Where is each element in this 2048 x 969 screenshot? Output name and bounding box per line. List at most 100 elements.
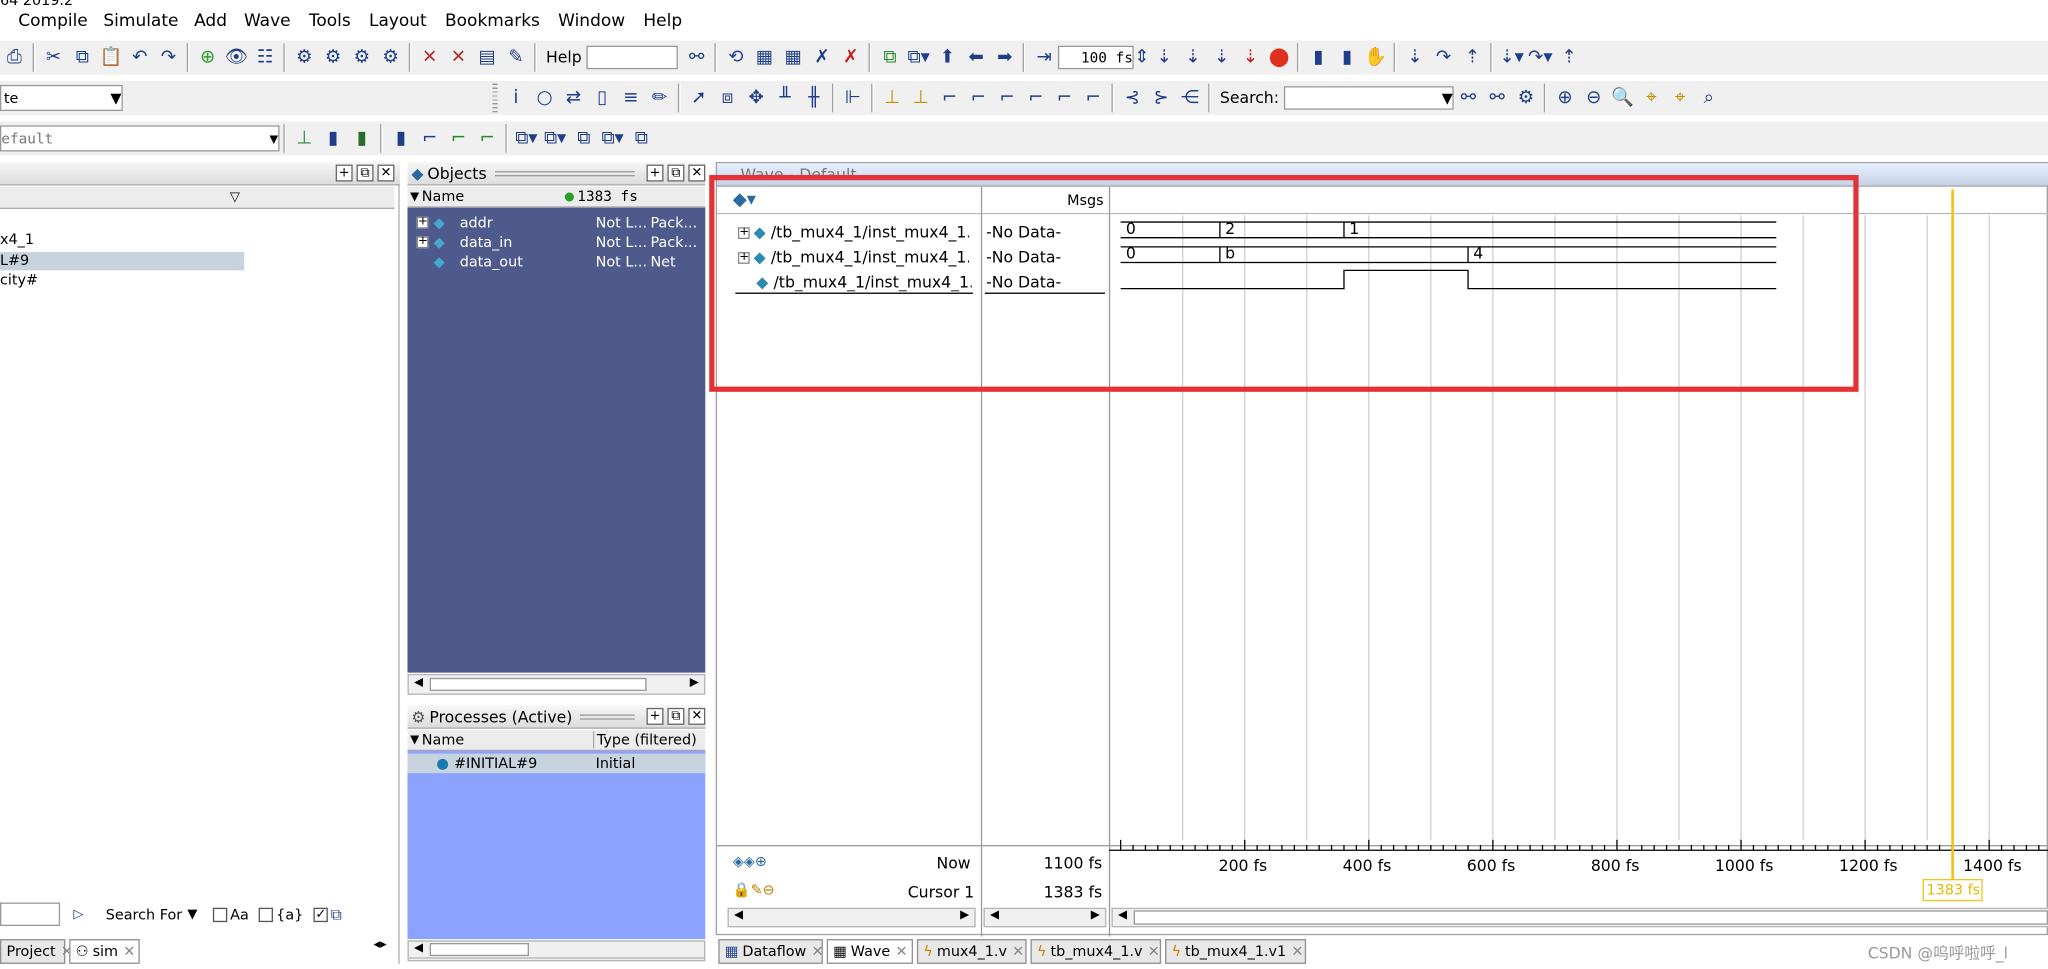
add-icon[interactable]: ⊕ <box>195 44 221 70</box>
library-icon[interactable]: ▦ <box>751 44 777 70</box>
tab-mux4-1-v[interactable]: ϟ mux4_1.v ✕ <box>916 939 1027 964</box>
structure-item-selected[interactable]: L#9 <box>0 252 245 271</box>
close-icon[interactable]: ✕ <box>688 707 706 725</box>
close-icon[interactable]: ✕ <box>688 164 706 182</box>
tab-project[interactable]: Project ✕ <box>0 939 73 964</box>
scroll-left-icon[interactable]: ◀ <box>414 677 423 690</box>
layout5-icon[interactable]: ⧉ <box>628 125 654 151</box>
search-prev-icon[interactable]: ⚯ <box>1455 85 1481 111</box>
structure-item[interactable]: city# <box>0 272 38 289</box>
menu-compile[interactable]: Compile <box>18 12 87 38</box>
break-sim-icon[interactable]: ✗ <box>809 44 835 70</box>
arrow-up-icon[interactable]: ⬆ <box>934 44 960 70</box>
case-checkbox[interactable] <box>213 907 228 922</box>
menu-help[interactable]: Help <box>643 12 682 38</box>
process-row[interactable]: ● #INITIAL#9 Initial <box>407 753 706 774</box>
collapse-icon[interactable]: ⊱ <box>1148 85 1174 111</box>
menu-wave[interactable]: Wave <box>244 12 291 38</box>
wave-names-h-scrollbar[interactable]: ◀ ▶ <box>727 907 976 928</box>
wave-ctrl4-icon[interactable]: ▮ <box>388 125 414 151</box>
close-icon[interactable]: ✕ <box>812 943 824 960</box>
compile-selected-icon[interactable]: ⚙ <box>349 44 375 70</box>
close-icon[interactable]: ✕ <box>1012 943 1024 960</box>
help-search-input[interactable] <box>586 45 679 70</box>
scroll-right-icon[interactable]: ▶ <box>1091 909 1100 922</box>
zoom-last-icon[interactable]: ⌕ <box>1696 85 1722 111</box>
menu-tools[interactable]: Tools <box>309 12 351 38</box>
find-icon[interactable]: 👁 <box>223 44 249 70</box>
restore-icon[interactable]: ⧉ <box>356 164 374 182</box>
insert-cursor-icon[interactable]: ⊩ <box>840 85 866 111</box>
wave-ctrl5-icon[interactable]: ⌐ <box>417 125 443 151</box>
run-icon[interactable]: ⇣ <box>1151 44 1177 70</box>
wave-ctrl3-icon[interactable]: ▮ <box>349 125 375 151</box>
menu-bookmarks[interactable]: Bookmarks <box>445 12 540 38</box>
edge-rise-icon[interactable]: ⌐ <box>1023 85 1049 111</box>
restore-icon[interactable]: ⧉ <box>667 707 685 725</box>
edge-last-icon[interactable]: ⌐ <box>1080 85 1106 111</box>
scroll-left-icon[interactable]: ◀ <box>414 942 423 955</box>
binoculars-icon[interactable]: ⚯ <box>684 44 710 70</box>
plus-icon[interactable]: + <box>646 164 664 182</box>
tab-tb-mux4-1-v[interactable]: ϟ tb_mux4_1.v ✕ <box>1030 939 1162 964</box>
performance-icon[interactable]: ▮ <box>1305 44 1331 70</box>
continue-icon[interactable]: ⇣ <box>1180 44 1206 70</box>
move-icon[interactable]: ✥ <box>743 85 769 111</box>
structure-search-input[interactable] <box>0 902 61 927</box>
scroll-thumb[interactable] <box>429 677 647 691</box>
step-over-icon[interactable]: ↷ <box>1431 44 1457 70</box>
wave-ctrl2-icon[interactable]: ▮ <box>320 125 346 151</box>
step-over-dropdown-icon[interactable]: ↷▾ <box>1527 44 1553 70</box>
close-icon[interactable]: ✕ <box>1148 943 1160 960</box>
menu-window[interactable]: Window <box>558 12 625 38</box>
break-icon[interactable]: ✕ <box>417 44 443 70</box>
scroll-left-icon[interactable]: ◀ <box>990 909 999 922</box>
restore-icon[interactable]: ⧉ <box>667 164 685 182</box>
filter-checkbox[interactable]: ✓ <box>313 907 329 922</box>
select-icon[interactable]: ➚ <box>686 85 712 111</box>
edit-icon[interactable]: ╨ <box>772 85 798 111</box>
step-out-dropdown-icon[interactable]: ⇡ <box>1556 44 1582 70</box>
copy-icon[interactable]: ⧉ <box>69 44 95 70</box>
regex-checkbox[interactable] <box>259 907 274 922</box>
split-icon[interactable]: ╫ <box>801 85 827 111</box>
scroll-right-icon[interactable]: ▶ <box>960 909 969 922</box>
wave-ctrl6-icon[interactable]: ⌐ <box>445 125 471 151</box>
wave-ctrl1-icon[interactable]: ⊥ <box>291 125 317 151</box>
break-run-icon[interactable]: ⇣ <box>1237 44 1263 70</box>
edge-fall-icon[interactable]: ⌐ <box>994 85 1020 111</box>
clear-icon[interactable]: ✎ <box>503 44 529 70</box>
redo-icon[interactable]: ↷ <box>155 44 181 70</box>
arrow-right-icon[interactable]: ➡ <box>992 44 1018 70</box>
menu-layout[interactable]: Layout <box>369 12 427 38</box>
search-for-label[interactable]: Search For <box>106 906 182 923</box>
step-out-icon[interactable]: ⇡ <box>1459 44 1485 70</box>
scroll-left-icon[interactable]: ◀ <box>734 909 743 922</box>
compile-order-icon[interactable]: ⚙ <box>377 44 403 70</box>
expand-icon[interactable]: ⊰ <box>1119 85 1145 111</box>
close-icon[interactable]: ✕ <box>1291 943 1303 960</box>
zoom-in-icon[interactable]: ⊕ <box>1552 85 1578 111</box>
compile-icon[interactable]: ⚙ <box>291 44 317 70</box>
tab-wave[interactable]: ▦ Wave ✕ <box>826 939 913 964</box>
window-icon[interactable]: ⧉ <box>877 44 903 70</box>
run-all-icon[interactable]: ⇣ <box>1209 44 1235 70</box>
arrow-left-icon[interactable]: ⬅ <box>963 44 989 70</box>
close-icon[interactable]: ✕ <box>895 943 907 960</box>
spin-icon[interactable]: ⇕ <box>1134 44 1149 70</box>
print-icon[interactable]: ⎙ <box>1 44 27 70</box>
expand-icon[interactable]: + <box>416 236 429 249</box>
sort-icon[interactable]: ▼ <box>410 733 419 746</box>
scroll-right-icon[interactable]: ▶ <box>690 677 699 690</box>
memory-profile-icon[interactable]: ▮ <box>1334 44 1360 70</box>
restart-icon[interactable]: ⟲ <box>723 44 749 70</box>
filter-icon[interactable]: ⧉ <box>331 904 342 924</box>
compile-all-icon[interactable]: ⚙ <box>320 44 346 70</box>
zoom-cursor-icon[interactable]: ⌖ <box>1638 85 1664 111</box>
edge-any-icon[interactable]: ⌐ <box>1051 85 1077 111</box>
chevron-down-icon[interactable]: ▼ <box>187 907 197 921</box>
object-row[interactable]: + ◆ addr Not L... Pack... <box>408 213 706 233</box>
object-row[interactable]: + ◆ data_in Not L... Pack... <box>408 232 706 252</box>
search-go-icon[interactable]: ▷ <box>65 901 91 927</box>
tab-dataflow[interactable]: ▦ Dataflow ✕ <box>718 939 824 964</box>
